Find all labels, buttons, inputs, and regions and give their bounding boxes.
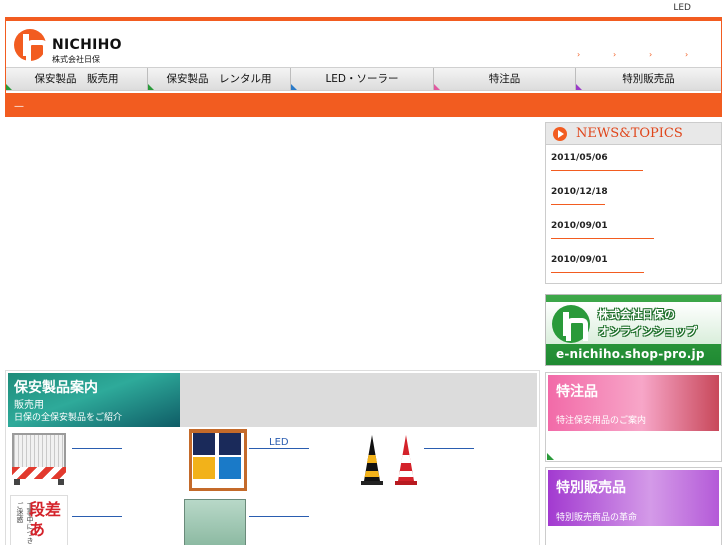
top-utility-bar: LED bbox=[0, 0, 727, 18]
nav-tab-rental[interactable]: 保安製品 レンタル用 bbox=[148, 68, 291, 90]
nichiho-logo-icon bbox=[552, 305, 590, 343]
tab-corner-icon bbox=[291, 84, 297, 90]
catalog-banner[interactable]: 保安製品案内 販売用 日保の全保安製品をご紹介 bbox=[8, 373, 180, 427]
led-top-link[interactable]: LED bbox=[673, 3, 691, 13]
cone-base bbox=[395, 481, 417, 485]
special-sale-title: 特別販売品 bbox=[556, 480, 626, 496]
catalog-title: 保安製品案内 bbox=[14, 380, 98, 396]
product-catalog: 保安製品案内 販売用 日保の全保安製品をご紹介 LED 工事中につきご迷惑 段差… bbox=[5, 370, 540, 545]
catalog-sub2: 日保の全保安製品をご紹介 bbox=[14, 413, 123, 423]
site-header: NICHIHO 株式会社日保 › › › › 保安製品 販売用 保安製品 レンタ… bbox=[5, 17, 722, 117]
shop-banner-line1: 株式会社日保の bbox=[598, 308, 675, 321]
sign-panel bbox=[219, 433, 241, 455]
header-link-arrow-icon[interactable]: › bbox=[649, 50, 659, 59]
step-sign-product-image[interactable]: 工事中につきご迷惑 段差あ bbox=[10, 495, 68, 545]
fence-stripe bbox=[12, 467, 66, 479]
sub-nav-text: — bbox=[14, 101, 24, 112]
nav-tab-label: 特別販売品 bbox=[622, 73, 675, 85]
fence-product-image[interactable] bbox=[10, 431, 68, 487]
special-sale-panel: 特別販売品 特別販売商品の革命 bbox=[545, 467, 722, 545]
product-link[interactable] bbox=[72, 501, 122, 517]
header-link-arrow-icon[interactable]: › bbox=[577, 50, 587, 59]
news-date: 2011/05/06 bbox=[551, 153, 608, 163]
nav-tab-custom[interactable]: 特注品 bbox=[434, 68, 576, 90]
special-sale-subtitle: 特別販売商品の革命 bbox=[556, 513, 638, 523]
fence-leg bbox=[58, 479, 64, 485]
news-item[interactable]: 2010/09/01 bbox=[546, 213, 721, 247]
logo-sub: 株式会社日保 bbox=[52, 55, 100, 64]
product-link[interactable]: LED bbox=[249, 433, 309, 449]
fence-leg bbox=[14, 479, 20, 485]
news-item[interactable]: 2011/05/06 bbox=[546, 145, 721, 179]
nav-tab-special-sale[interactable]: 特別販売品 bbox=[576, 68, 721, 90]
page: LED NICHIHO 株式会社日保 › › › › 保安製品 販売用 保安製品… bbox=[0, 0, 727, 545]
news-link-underline[interactable] bbox=[551, 170, 643, 171]
news-item[interactable]: 2010/09/01 bbox=[546, 247, 721, 281]
cone-band bbox=[364, 471, 380, 477]
logo-name: NICHIHO bbox=[52, 37, 122, 53]
news-date: 2010/09/01 bbox=[551, 221, 608, 231]
cone-band bbox=[398, 471, 414, 477]
news-topics-panel: NEWS&TOPICS 2011/05/06 2010/12/18 2010/0… bbox=[545, 122, 722, 284]
tab-corner-icon bbox=[434, 84, 440, 90]
header-links: › › › › bbox=[577, 50, 695, 59]
catalog-sub1: 販売用 bbox=[14, 400, 44, 411]
custom-products-title: 特注品 bbox=[556, 384, 598, 400]
news-date: 2010/12/18 bbox=[551, 187, 608, 197]
nichiho-logo-icon bbox=[14, 29, 48, 61]
corner-marker-icon bbox=[547, 453, 554, 460]
nav-tab-led-solar[interactable]: LED・ソーラー bbox=[291, 68, 434, 90]
custom-products-banner[interactable]: 特注品 特注保安用品のご案内 bbox=[548, 375, 719, 431]
sign-panel bbox=[193, 457, 215, 479]
custom-products-panel: 特注品 特注保安用品のご案内 bbox=[545, 372, 722, 462]
main-nav: 保安製品 販売用 保安製品 レンタル用 LED・ソーラー 特注品 特別販売品 bbox=[6, 67, 721, 91]
nav-tab-label: 保安製品 レンタル用 bbox=[166, 73, 272, 85]
product-link[interactable] bbox=[249, 501, 309, 517]
tab-corner-icon bbox=[148, 84, 154, 90]
cone-base bbox=[361, 481, 383, 485]
shop-banner-url: e-nichiho.shop-pro.jp bbox=[556, 347, 705, 361]
sub-nav-bar: — bbox=[6, 93, 721, 117]
news-link-underline[interactable] bbox=[551, 204, 605, 205]
led-sign-product-image[interactable] bbox=[189, 429, 247, 491]
product-link[interactable] bbox=[72, 433, 122, 449]
cone-band bbox=[401, 455, 411, 463]
header-link-arrow-icon[interactable]: › bbox=[685, 50, 695, 59]
sign-big-text: 段差あ bbox=[29, 500, 62, 539]
news-link-underline[interactable] bbox=[551, 272, 644, 273]
tab-corner-icon bbox=[6, 84, 12, 90]
nav-tab-sale[interactable]: 保安製品 販売用 bbox=[6, 68, 148, 90]
online-shop-banner[interactable]: 株式会社日保の オンラインショップ e-nichiho.shop-pro.jp bbox=[545, 294, 722, 366]
news-header: NEWS&TOPICS bbox=[546, 123, 721, 145]
news-item[interactable]: 2010/12/18 bbox=[546, 179, 721, 213]
nav-tab-label: LED・ソーラー bbox=[325, 73, 399, 85]
special-sale-banner[interactable]: 特別販売品 特別販売商品の革命 bbox=[548, 470, 719, 526]
news-title: NEWS&TOPICS bbox=[576, 126, 683, 141]
news-link-underline[interactable] bbox=[551, 238, 654, 239]
sign-panel bbox=[219, 457, 241, 479]
nav-tab-label: 保安製品 販売用 bbox=[34, 73, 119, 85]
header-link-arrow-icon[interactable]: › bbox=[613, 50, 623, 59]
site-logo[interactable]: NICHIHO 株式会社日保 bbox=[14, 27, 134, 67]
product-link[interactable] bbox=[424, 433, 474, 449]
tab-corner-icon bbox=[576, 84, 582, 90]
machine-product-image[interactable] bbox=[184, 499, 246, 545]
custom-products-subtitle: 特注保安用品のご案内 bbox=[556, 416, 647, 426]
news-date: 2010/09/01 bbox=[551, 255, 608, 265]
cones-product-image[interactable] bbox=[358, 431, 420, 489]
play-icon bbox=[553, 127, 567, 141]
nav-tab-label: 特注品 bbox=[488, 73, 521, 85]
shop-banner-line2: オンラインショップ bbox=[598, 325, 697, 338]
sign-panel bbox=[193, 433, 215, 455]
cone-band bbox=[367, 455, 377, 463]
